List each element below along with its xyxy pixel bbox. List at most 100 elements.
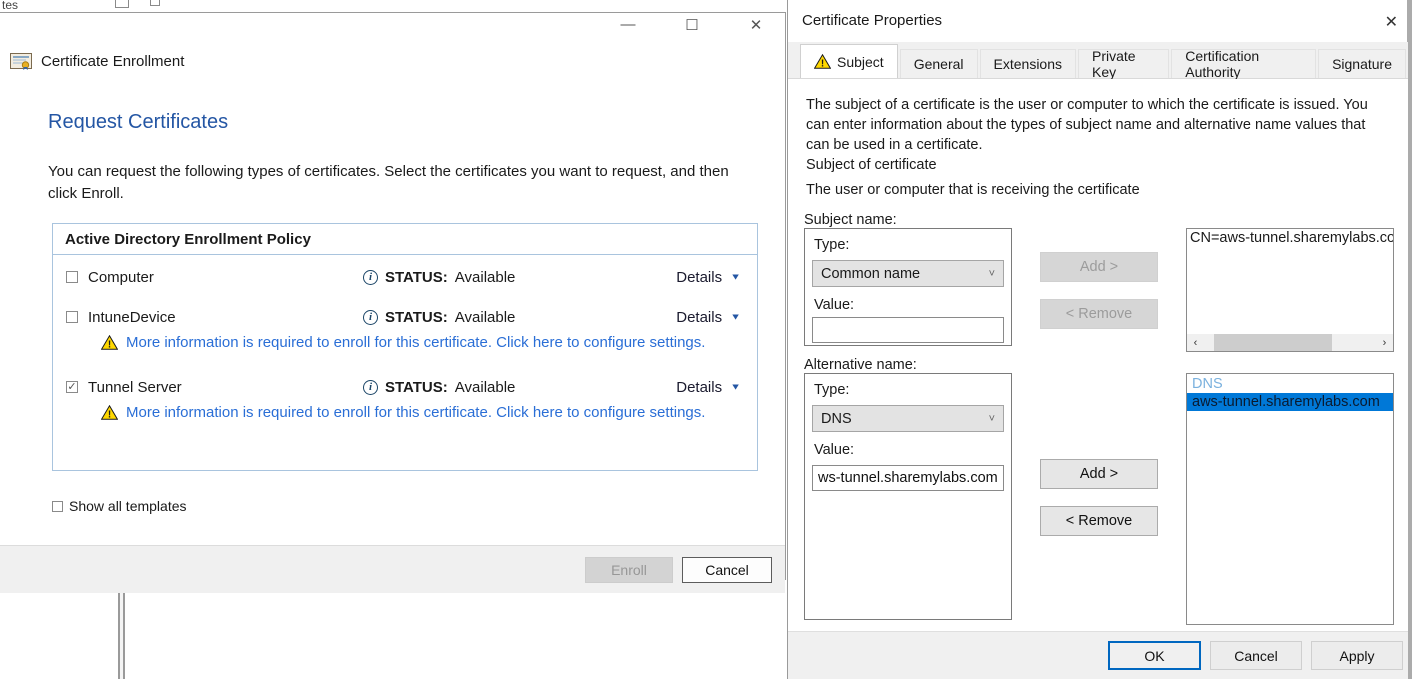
value-label: Value: [814, 297, 854, 313]
show-all-templates[interactable]: Show all templates [52, 498, 187, 514]
tab-certification-authority[interactable]: Certification Authority [1171, 49, 1316, 78]
status-value: Available [455, 309, 516, 326]
configure-settings-link[interactable]: More information is required to enroll f… [126, 334, 705, 351]
list-group-header: DNS [1187, 374, 1393, 393]
close-icon[interactable]: ✕ [743, 16, 769, 34]
certificate-name: IntuneDevice [88, 309, 363, 326]
status-label: STATUS: [385, 379, 448, 396]
chevron-down-icon: ˅ [989, 268, 995, 280]
scroll-left-icon[interactable]: ‹ [1187, 337, 1204, 349]
show-all-templates-checkbox[interactable] [52, 501, 63, 512]
details-expander[interactable]: Details ▼ [676, 309, 741, 326]
background-window-fragment [115, 0, 129, 8]
subject-type-dropdown[interactable]: Common name ˅ [812, 260, 1004, 287]
background-window-text-fragment: tes [2, 0, 18, 12]
list-item-selected[interactable]: aws-tunnel.sharemylabs.com [1187, 393, 1393, 411]
enroll-button[interactable]: Enroll [585, 557, 673, 583]
tab-signature[interactable]: Signature [1318, 49, 1406, 78]
warning-icon: ! [101, 405, 118, 420]
subject-subtext: The user or computer that is receiving t… [806, 182, 1140, 198]
type-label: Type: [814, 237, 849, 253]
policy-header: Active Directory Enrollment Policy [53, 224, 757, 255]
maximize-icon[interactable]: ☐ [679, 16, 705, 34]
alternative-value-input[interactable] [812, 465, 1004, 491]
tab-subject[interactable]: ! Subject [800, 44, 898, 78]
type-label: Type: [814, 382, 849, 398]
background-scrollbar-fragment [118, 580, 125, 679]
alternative-type-dropdown[interactable]: DNS ˅ [812, 405, 1004, 432]
background-window-fragment [150, 0, 160, 6]
ok-button[interactable]: OK [1108, 641, 1201, 670]
details-expander[interactable]: Details ▼ [676, 269, 741, 286]
warning-icon: ! [814, 54, 831, 69]
warning-row: ! More information is required to enroll… [101, 402, 705, 422]
chevron-down-icon: ▼ [730, 382, 741, 392]
certificate-name: Computer [88, 269, 363, 286]
close-icon[interactable]: ✕ [1385, 12, 1398, 32]
dialog-title: Certificate Properties [802, 12, 942, 29]
cancel-button[interactable]: Cancel [682, 557, 772, 583]
scrollbar-thumb[interactable] [1214, 334, 1332, 351]
status-value: Available [455, 379, 516, 396]
apply-button[interactable]: Apply [1311, 641, 1403, 670]
chevron-down-icon: ▼ [730, 312, 741, 322]
table-row-tunnel-server: Tunnel Server i STATUS: Available Detail… [53, 376, 757, 398]
cancel-button[interactable]: Cancel [1210, 641, 1302, 670]
warning-row: ! More information is required to enroll… [101, 332, 705, 352]
computer-checkbox[interactable] [66, 271, 78, 283]
window-footer: Enroll Cancel [0, 545, 785, 593]
status-value: Available [455, 269, 516, 286]
alternative-name-list[interactable]: DNS aws-tunnel.sharemylabs.com [1186, 373, 1394, 625]
certificate-name: Tunnel Server [88, 379, 363, 396]
status-label: STATUS: [385, 309, 448, 326]
scroll-right-icon[interactable]: › [1376, 337, 1393, 349]
subject-tab-page: The subject of a certificate is the user… [788, 79, 1408, 631]
subject-value-input[interactable] [812, 317, 1004, 343]
enrollment-policy-panel: Active Directory Enrollment Policy Compu… [52, 223, 758, 471]
configure-settings-link[interactable]: More information is required to enroll f… [126, 404, 705, 421]
tab-extensions[interactable]: Extensions [980, 49, 1076, 78]
table-row-intunedevice: IntuneDevice i STATUS: Available Details… [53, 306, 757, 328]
warning-icon: ! [101, 335, 118, 350]
certificate-enrollment-window: — ☐ ✕ Certificate Enrollment Request Cer… [0, 12, 786, 580]
horizontal-scrollbar[interactable]: ‹ › [1187, 334, 1393, 351]
tunnel-server-checkbox[interactable] [66, 381, 78, 393]
alternative-name-group: Type: DNS ˅ Value: [804, 373, 1012, 620]
svg-text:!: ! [108, 339, 111, 350]
alternative-remove-button[interactable]: < Remove [1040, 506, 1158, 536]
tab-private-key[interactable]: Private Key [1078, 49, 1169, 78]
subject-name-list[interactable]: CN=aws-tunnel.sharemylabs.co ‹ › [1186, 228, 1394, 352]
dialog-footer: OK Cancel Apply [788, 631, 1408, 679]
minimize-icon[interactable]: — [615, 16, 641, 34]
subject-name-group: Type: Common name ˅ Value: [804, 228, 1012, 346]
show-all-templates-label: Show all templates [69, 498, 187, 514]
enrollment-header-label: Certificate Enrollment [41, 53, 184, 70]
page-title: Request Certificates [48, 111, 228, 134]
enrollment-header: Certificate Enrollment [10, 53, 184, 70]
chevron-down-icon: ▼ [730, 272, 741, 282]
list-item[interactable]: CN=aws-tunnel.sharemylabs.co [1187, 229, 1393, 247]
subject-name-label: Subject name: [804, 212, 897, 228]
subject-remove-button[interactable]: < Remove [1040, 299, 1158, 329]
intro-text: You can request the following types of c… [48, 161, 748, 205]
value-label: Value: [814, 442, 854, 458]
window-controls: — ☐ ✕ [615, 16, 769, 34]
details-expander[interactable]: Details ▼ [676, 379, 741, 396]
alternative-name-label: Alternative name: [804, 357, 917, 373]
tab-general[interactable]: General [900, 49, 978, 78]
svg-text:!: ! [108, 409, 111, 420]
certificate-icon [10, 53, 32, 70]
tab-strip: ! Subject General Extensions Private Key… [788, 42, 1408, 79]
info-icon: i [363, 310, 378, 325]
intunedevice-checkbox[interactable] [66, 311, 78, 323]
info-icon: i [363, 380, 378, 395]
info-icon: i [363, 270, 378, 285]
screen: tes — ☐ ✕ Certificate Enrollment Req [0, 0, 1412, 679]
subject-description: The subject of a certificate is the user… [806, 95, 1392, 155]
subject-add-button[interactable]: Add > [1040, 252, 1158, 282]
subject-of-certificate-label: Subject of certificate [806, 157, 937, 173]
table-row-computer: Computer i STATUS: Available Details ▼ [53, 266, 757, 288]
svg-text:!: ! [821, 58, 824, 69]
certificate-properties-dialog: Certificate Properties ✕ ! Subject Gener… [787, 0, 1412, 679]
alternative-add-button[interactable]: Add > [1040, 459, 1158, 489]
